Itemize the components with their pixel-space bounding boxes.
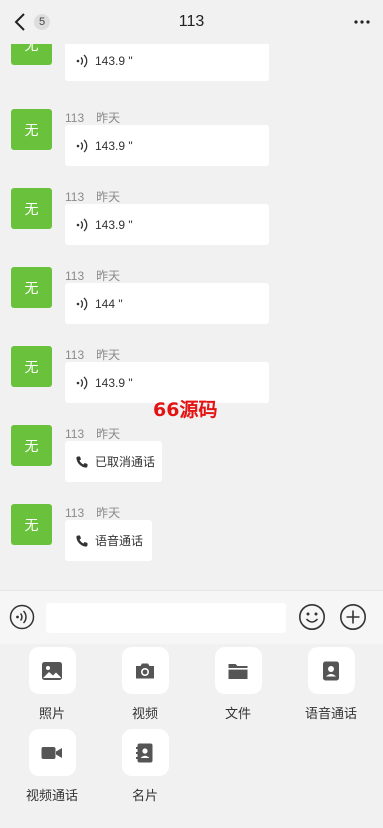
tool-label: 名片 (131, 788, 158, 803)
avatar[interactable]: 无 (11, 109, 52, 150)
input-bar (0, 590, 383, 644)
tool-photo[interactable]: 照片 (12, 647, 92, 722)
message-list[interactable]: 无 143.9 " 无 113 昨天 143.9 " 无 113 昨天 143.9 … (0, 44, 383, 590)
voice-wave-icon (75, 217, 93, 233)
sender-name: 113 (65, 269, 85, 283)
phone-icon (75, 454, 93, 470)
message-time: 昨天 (96, 111, 121, 125)
message-time: 昨天 (96, 190, 121, 204)
tool-tile[interactable] (307, 647, 355, 694)
voice-message-bubble[interactable]: 143.9 " (65, 204, 269, 245)
call-message-bubble[interactable]: 语音通话 (65, 520, 152, 561)
message-time: 昨天 (96, 348, 121, 362)
sender-name: 113 (65, 111, 85, 125)
message-meta: 113 昨天 (65, 267, 120, 284)
voice-message-bubble[interactable]: 143.9 " (65, 44, 269, 81)
more-dots-icon (354, 20, 370, 24)
business-card-icon (136, 743, 153, 762)
voice-wave-icon (75, 375, 93, 391)
voice-duration: 143.9 " (95, 217, 133, 232)
voice-wave-icon (75, 138, 93, 154)
voice-duration: 143.9 " (95, 375, 133, 390)
message-meta: 113 昨天 (65, 109, 120, 126)
tool-video[interactable]: 视频 (105, 647, 185, 722)
avatar[interactable]: 无 (11, 425, 52, 466)
voice-wave-icon (9, 604, 35, 630)
message-meta: 113 昨天 (65, 425, 120, 442)
voice-message-bubble[interactable]: 144 " (65, 283, 269, 324)
message-time: 昨天 (96, 427, 121, 441)
plus-circle-icon (340, 604, 366, 630)
tool-business-card[interactable]: 名片 (105, 729, 185, 804)
tool-tile[interactable] (214, 647, 262, 694)
top-bar: 5 113 (0, 0, 383, 44)
more-button[interactable] (351, 12, 373, 32)
voice-duration: 143.9 " (95, 53, 133, 68)
voice-wave-icon (75, 296, 93, 312)
tool-label: 视频 (131, 706, 158, 721)
smiley-icon (299, 604, 325, 630)
call-status: 已取消通话 (95, 455, 156, 469)
contact-phone-icon (323, 661, 339, 680)
more-tools-button[interactable] (339, 603, 367, 631)
voice-duration: 143.9 " (95, 138, 133, 153)
tool-file[interactable]: 文件 (198, 647, 278, 722)
call-message-bubble[interactable]: 已取消通话 (65, 441, 162, 482)
tool-tile[interactable] (121, 647, 169, 694)
message-time: 昨天 (96, 506, 121, 520)
avatar[interactable]: 无 (11, 188, 52, 229)
avatar[interactable]: 无 (11, 44, 52, 65)
voice-duration: 144 " (95, 296, 123, 311)
watermark-text: 66源码 (153, 399, 218, 421)
message-input[interactable] (46, 603, 286, 633)
tool-label: 语音通话 (304, 706, 357, 721)
avatar[interactable]: 无 (11, 267, 52, 308)
voice-message-bubble[interactable]: 143.9 " (65, 125, 269, 166)
message-time: 昨天 (96, 269, 121, 283)
sender-name: 113 (65, 427, 85, 441)
video-camera-icon (41, 746, 62, 759)
sender-name: 113 (65, 506, 85, 520)
tool-tile[interactable] (28, 647, 76, 694)
message-meta: 113 昨天 (65, 346, 120, 363)
message-meta: 113 昨天 (65, 188, 120, 205)
tool-tile[interactable] (121, 729, 169, 776)
tool-video-call[interactable]: 视频通话 (12, 729, 92, 804)
camera-icon (136, 663, 154, 678)
image-icon (42, 661, 62, 680)
folder-icon (228, 663, 248, 679)
call-status: 语音通话 (95, 534, 144, 548)
tool-tile[interactable] (28, 729, 76, 776)
sender-name: 113 (65, 348, 85, 362)
message-meta: 113 昨天 (65, 504, 120, 521)
tool-voice-call[interactable]: 语音通话 (291, 647, 371, 722)
tool-label: 视频通话 (25, 788, 78, 803)
emoji-button[interactable] (298, 603, 326, 631)
tool-label: 照片 (38, 706, 65, 721)
phone-icon (75, 533, 93, 549)
sender-name: 113 (65, 190, 85, 204)
tool-label: 文件 (224, 706, 251, 721)
voice-wave-icon (75, 53, 93, 69)
voice-input-button[interactable] (9, 604, 35, 630)
tools-panel: 照片 视频 文件 语音通话 视频通话 名片 (0, 644, 383, 828)
avatar[interactable]: 无 (11, 504, 52, 545)
page-title: 113 (178, 13, 205, 30)
avatar[interactable]: 无 (11, 346, 52, 387)
